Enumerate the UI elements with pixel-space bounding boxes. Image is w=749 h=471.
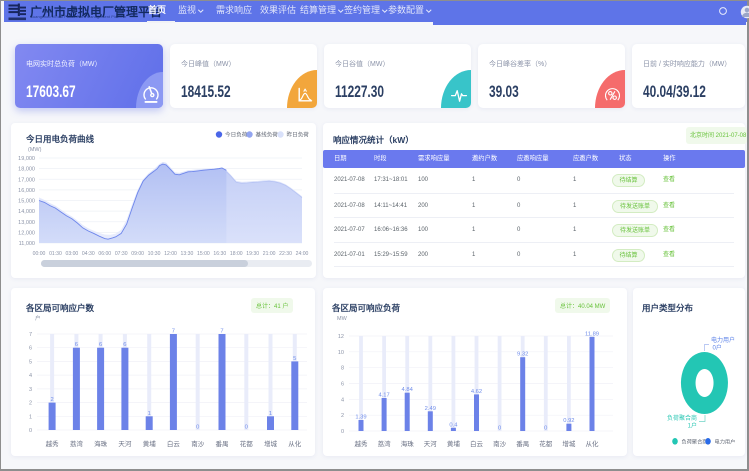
svg-text:15,000: 15,000 (18, 199, 35, 205)
svg-text:4: 4 (29, 373, 32, 379)
svg-text:1: 1 (269, 411, 272, 417)
svg-text:荔湾: 荔湾 (378, 439, 392, 448)
svg-text:2: 2 (341, 413, 344, 419)
svg-text:13,000: 13,000 (18, 220, 35, 226)
svg-text:6: 6 (123, 342, 126, 348)
svg-text:花都: 花都 (539, 439, 553, 448)
svg-text:01:30: 01:30 (49, 251, 62, 257)
svg-text:07:30: 07:30 (115, 251, 128, 257)
svg-text:7: 7 (172, 329, 175, 335)
svg-text:0: 0 (544, 426, 547, 432)
svg-text:0: 0 (341, 429, 344, 435)
svg-text:21:00: 21:00 (263, 251, 276, 257)
svg-text:19,000: 19,000 (18, 156, 35, 162)
svg-text:(MW): (MW) (28, 147, 42, 153)
svg-text:19:30: 19:30 (246, 251, 259, 257)
svg-text:户: 户 (35, 314, 41, 322)
svg-text:7: 7 (220, 329, 223, 335)
svg-text:22:30: 22:30 (279, 251, 292, 257)
svg-text:9.32: 9.32 (517, 352, 528, 358)
svg-text:黄埔: 黄埔 (447, 439, 461, 448)
svg-text:18,000: 18,000 (18, 167, 35, 173)
svg-text:海珠: 海珠 (94, 439, 108, 448)
svg-text:1户: 1户 (688, 422, 697, 430)
svg-text:越秀: 越秀 (355, 439, 369, 448)
svg-text:2: 2 (50, 397, 53, 403)
svg-text:4.84: 4.84 (402, 387, 414, 393)
svg-text:17,000: 17,000 (18, 177, 35, 183)
svg-text:3: 3 (29, 387, 32, 393)
svg-text:06:00: 06:00 (98, 251, 111, 257)
svg-text:电力用户: 电力用户 (711, 336, 735, 344)
svg-text:负荷聚合商: 负荷聚合商 (667, 414, 697, 422)
svg-text:番禺: 番禺 (216, 440, 229, 448)
svg-text:番禺: 番禺 (516, 440, 529, 448)
svg-text:11,000: 11,000 (19, 241, 35, 247)
svg-text:4: 4 (341, 397, 344, 403)
svg-text:0: 0 (29, 428, 32, 434)
svg-text:5: 5 (29, 359, 32, 365)
svg-text:南沙: 南沙 (191, 439, 205, 448)
svg-text:天河: 天河 (424, 440, 438, 448)
svg-text:11.89: 11.89 (585, 331, 599, 337)
svg-text:12,000: 12,000 (18, 230, 35, 236)
svg-text:白云: 白云 (470, 439, 484, 448)
svg-text:0.4: 0.4 (449, 422, 458, 428)
svg-text:6: 6 (29, 346, 32, 352)
svg-text:03:00: 03:00 (65, 251, 78, 257)
svg-text:0户: 0户 (713, 344, 722, 352)
svg-text:从化: 从化 (288, 439, 302, 448)
svg-text:10: 10 (338, 350, 344, 356)
svg-text:1.39: 1.39 (355, 415, 366, 421)
svg-text:12: 12 (338, 334, 344, 340)
svg-text:1: 1 (148, 411, 151, 417)
svg-text:负荷聚合商: 负荷聚合商 (682, 438, 708, 446)
svg-text:12:00: 12:00 (164, 251, 177, 257)
svg-text:18:00: 18:00 (230, 251, 243, 257)
svg-text:增城: 增城 (562, 439, 576, 448)
svg-text:黄埔: 黄埔 (143, 439, 157, 448)
svg-text:4.62: 4.62 (471, 389, 482, 395)
svg-text:2: 2 (29, 401, 32, 407)
svg-text:荔湾: 荔湾 (70, 439, 84, 448)
svg-text:越秀: 越秀 (46, 439, 60, 448)
svg-text:4.17: 4.17 (378, 393, 389, 399)
svg-text:10:30: 10:30 (148, 251, 161, 257)
svg-text:09:00: 09:00 (131, 251, 144, 257)
svg-text:电力用户: 电力用户 (715, 438, 736, 446)
svg-text:0.92: 0.92 (563, 418, 574, 424)
svg-text:0: 0 (245, 425, 248, 431)
svg-text:1: 1 (29, 414, 32, 420)
svg-text:6: 6 (75, 342, 78, 348)
svg-text:天河: 天河 (118, 440, 131, 448)
svg-text:13:30: 13:30 (181, 251, 194, 257)
svg-text:5: 5 (293, 356, 296, 362)
svg-text:7: 7 (29, 332, 32, 338)
svg-text:8: 8 (341, 366, 344, 372)
svg-text:MW: MW (337, 316, 348, 322)
svg-text:16:30: 16:30 (213, 251, 226, 257)
svg-text:2.49: 2.49 (425, 406, 436, 412)
svg-text:0: 0 (498, 426, 501, 432)
svg-text:从化: 从化 (586, 439, 600, 448)
svg-text:14,000: 14,000 (18, 209, 35, 215)
svg-text:6: 6 (341, 382, 344, 388)
svg-text:海珠: 海珠 (401, 439, 415, 448)
svg-text:16,000: 16,000 (18, 188, 35, 194)
svg-text:04:30: 04:30 (82, 251, 95, 257)
svg-text:6: 6 (99, 342, 102, 348)
svg-text:南沙: 南沙 (493, 439, 507, 448)
svg-text:花都: 花都 (240, 439, 254, 448)
svg-text:0: 0 (196, 425, 199, 431)
svg-text:白云: 白云 (167, 439, 181, 448)
svg-text:增城: 增城 (264, 439, 278, 448)
svg-text:15:00: 15:00 (197, 251, 210, 257)
svg-text:00:00: 00:00 (33, 251, 46, 257)
svg-text:24:00: 24:00 (296, 251, 309, 257)
